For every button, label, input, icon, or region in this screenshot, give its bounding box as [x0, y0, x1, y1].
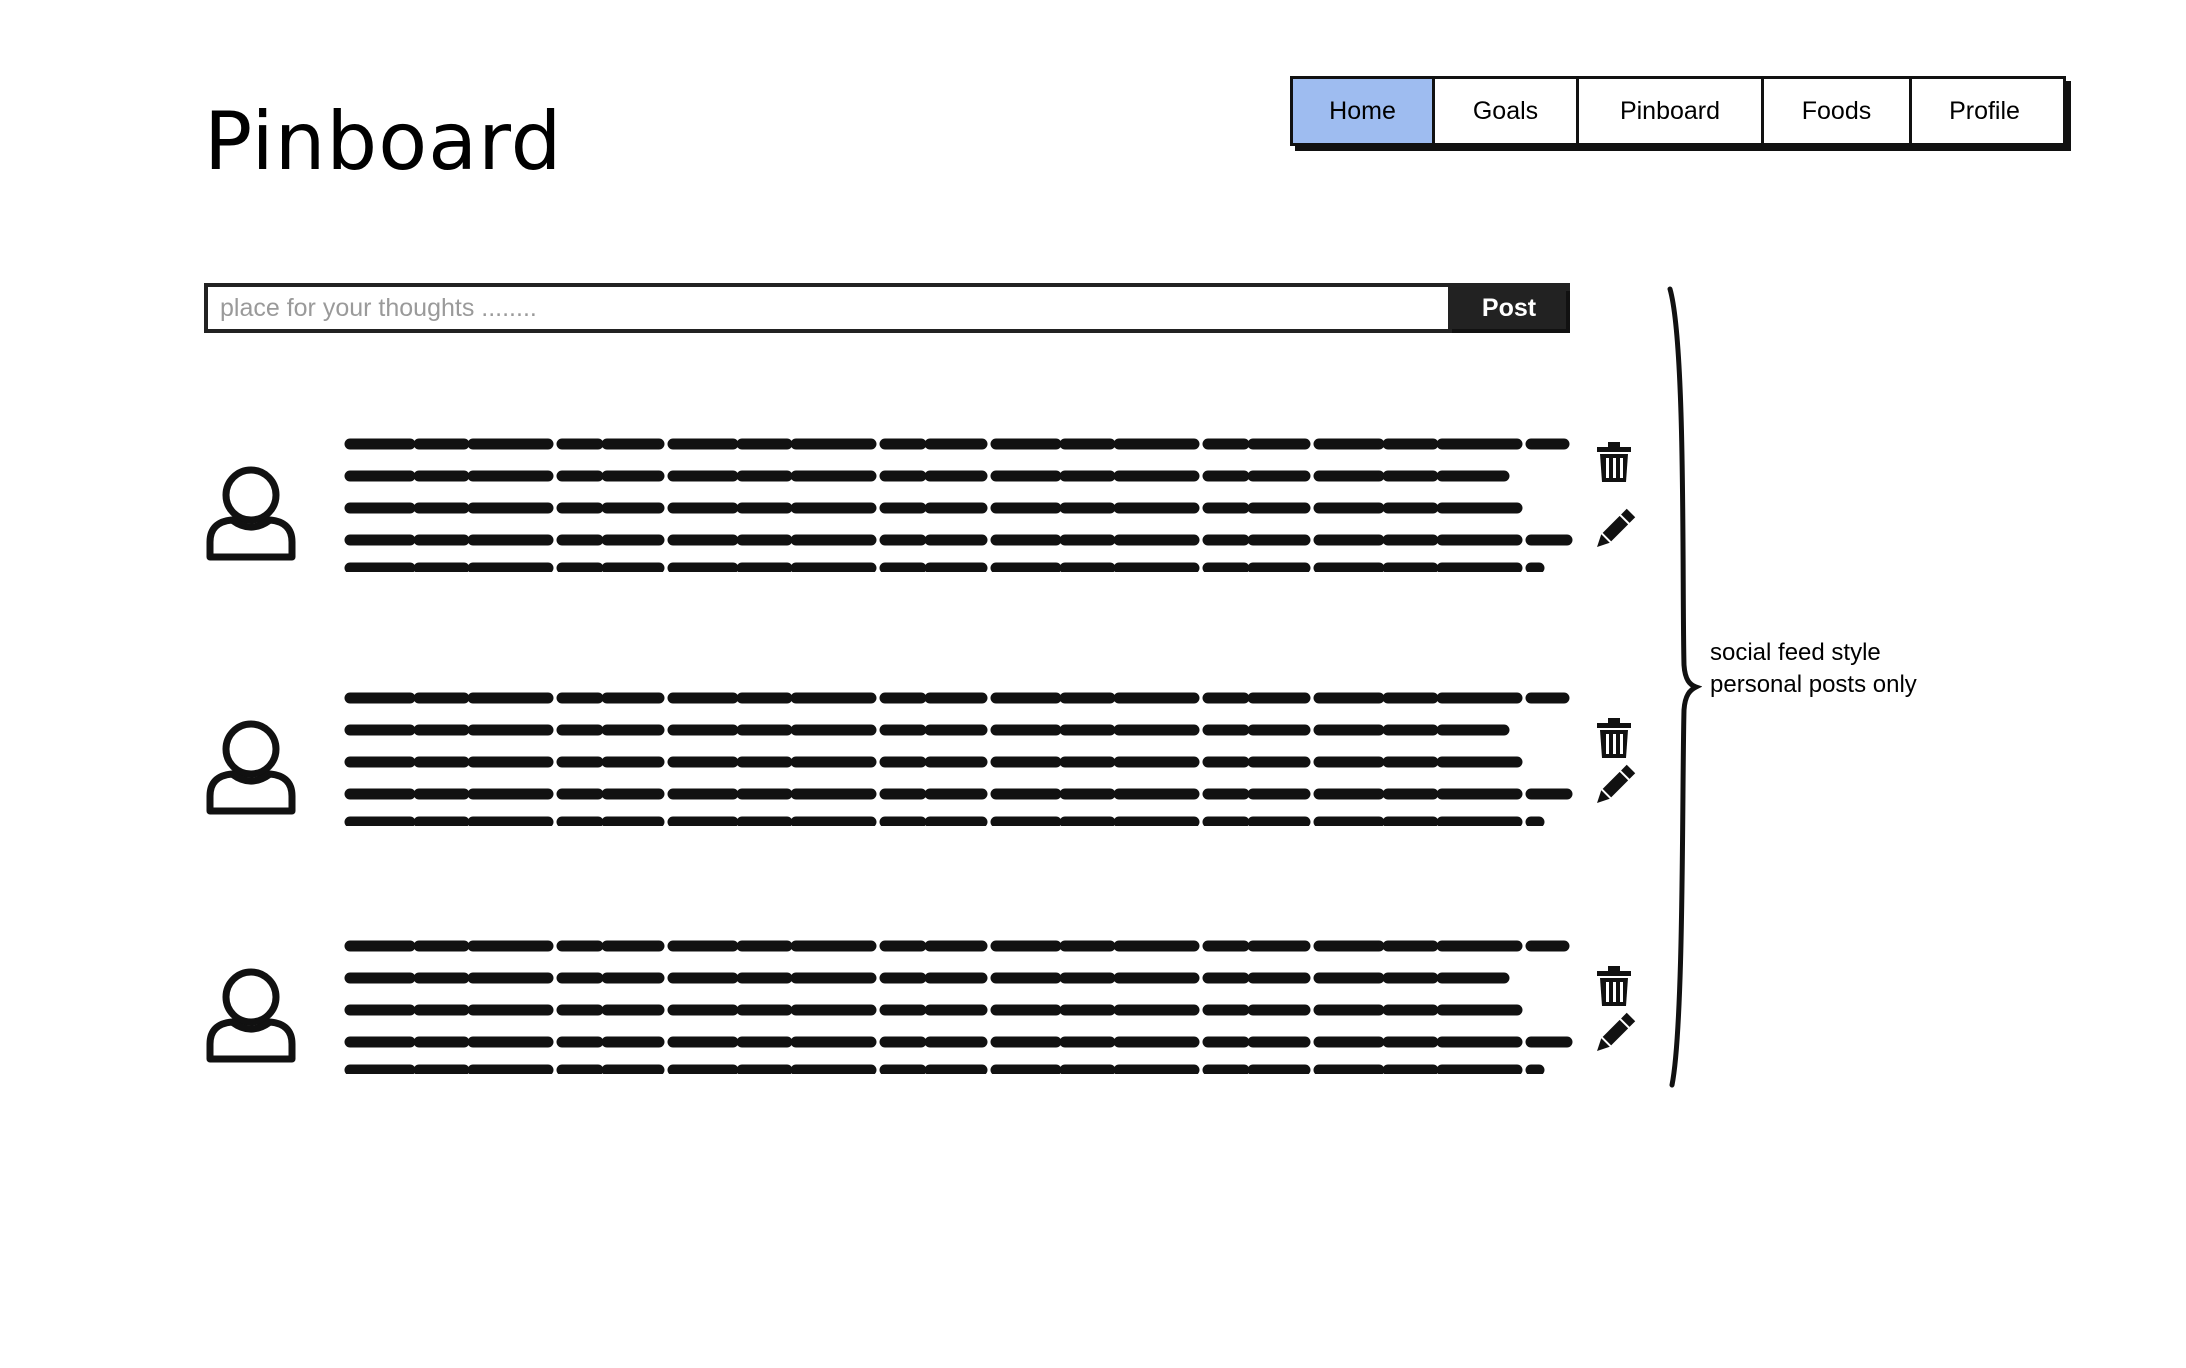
post-item	[204, 432, 1664, 582]
post-item	[204, 934, 1664, 1084]
annotation-brace	[1667, 286, 1702, 1088]
pencil-icon[interactable]	[1592, 764, 1636, 808]
trash-icon[interactable]	[1592, 964, 1636, 1008]
trash-icon[interactable]	[1592, 440, 1636, 484]
nav-tab-home[interactable]: Home	[1293, 79, 1435, 143]
design-annotation: social feed style personal posts only	[1710, 637, 1970, 701]
nav-tab-pinboard[interactable]: Pinboard	[1579, 79, 1764, 143]
post-text-placeholder	[344, 438, 1574, 572]
post-composer: Post	[204, 283, 1570, 333]
page-title: Pinboard	[204, 95, 563, 188]
post-text-placeholder	[344, 692, 1574, 826]
user-icon	[206, 968, 296, 1063]
annotation-line-1: social feed style	[1710, 639, 1881, 666]
nav-tab-goals[interactable]: Goals	[1435, 79, 1579, 143]
post-text-placeholder	[344, 940, 1574, 1074]
trash-icon[interactable]	[1592, 716, 1636, 760]
annotation-line-2: personal posts only	[1710, 671, 1917, 698]
pencil-icon[interactable]	[1592, 1012, 1636, 1056]
post-item	[204, 686, 1664, 836]
post-button[interactable]: Post	[1448, 287, 1566, 329]
nav-tab-profile[interactable]: Profile	[1912, 79, 2057, 143]
user-icon	[206, 720, 296, 815]
thought-input[interactable]	[208, 287, 1448, 329]
main-nav: Home Goals Pinboard Foods Profile	[1290, 76, 2066, 146]
nav-tab-foods[interactable]: Foods	[1764, 79, 1912, 143]
pencil-icon[interactable]	[1592, 508, 1636, 552]
user-icon	[206, 466, 296, 561]
